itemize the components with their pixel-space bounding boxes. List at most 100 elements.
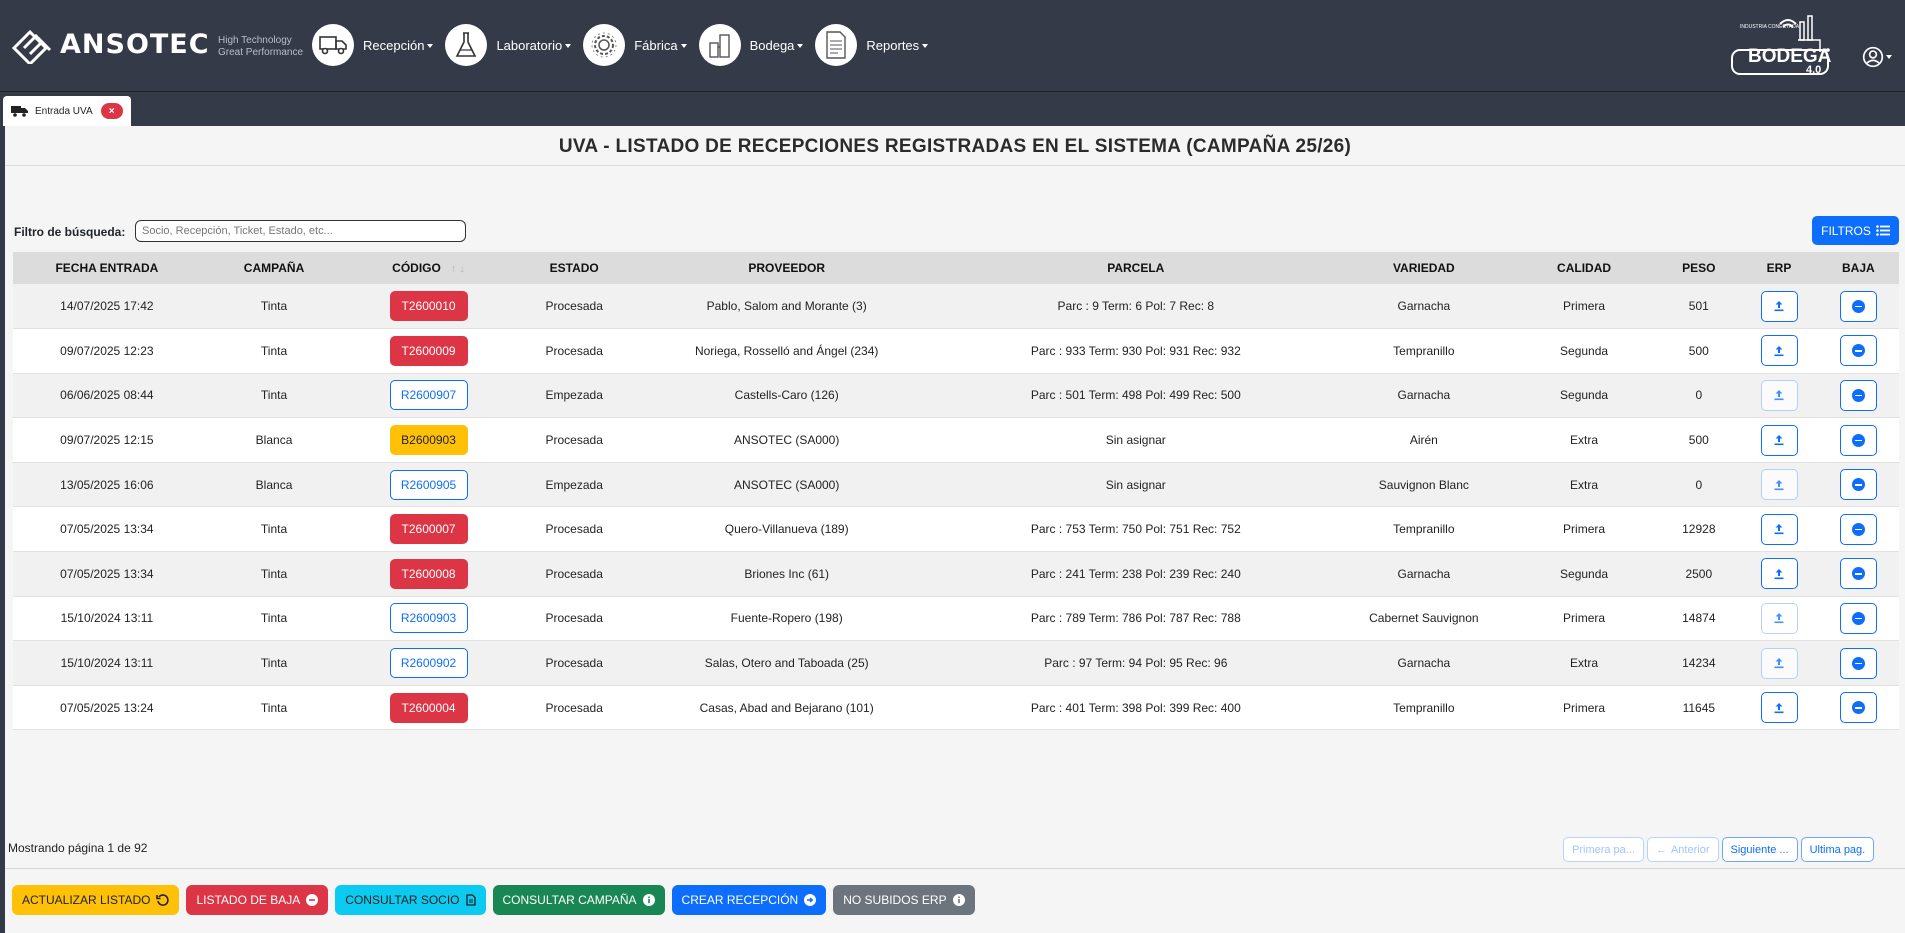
table-row[interactable]: 15/10/2024 13:11 Tinta R2600903 Procesada Fu…: [13, 596, 1899, 642]
table-row[interactable]: 09/07/2025 12:23 Tinta T2600009 Procesada No…: [13, 328, 1899, 374]
erp-upload-button[interactable]: [1760, 424, 1798, 456]
col-parcela[interactable]: PARCELA: [934, 252, 1337, 284]
baja-button[interactable]: [1839, 335, 1877, 367]
reception-code-button[interactable]: R2600907: [389, 380, 468, 411]
erp-upload-button[interactable]: [1760, 513, 1798, 545]
col-fecha-entrada[interactable]: FECHA ENTRADA: [13, 252, 201, 284]
nav-recepcion[interactable]: Recepción: [312, 24, 439, 66]
upload-icon: [1773, 568, 1785, 580]
upload-icon: [1773, 389, 1785, 401]
reception-code-button[interactable]: R2600902: [389, 648, 468, 679]
truck-icon: [312, 24, 354, 66]
nav-laboratorio[interactable]: Laboratorio: [445, 24, 577, 66]
search-input[interactable]: [135, 220, 466, 242]
col-variedad[interactable]: VARIEDAD: [1336, 252, 1511, 284]
cell-fecha: 06/06/2025 08:44: [13, 373, 201, 419]
baja-button[interactable]: [1839, 513, 1877, 545]
baja-button[interactable]: [1839, 558, 1877, 590]
baja-list-button[interactable]: LISTADO DE BAJA: [186, 885, 329, 915]
cell-fecha: 07/05/2025 13:34: [13, 506, 201, 553]
table-row[interactable]: 07/05/2025 13:34 Tinta T2600007 Procesada Qu…: [13, 506, 1899, 553]
cell-campana: Blanca: [200, 417, 348, 463]
erp-upload-button[interactable]: [1760, 290, 1798, 322]
reception-code-button[interactable]: T2600004: [389, 692, 468, 723]
reception-code-button[interactable]: B2600903: [389, 425, 468, 456]
col-proveedor[interactable]: PROVEEDOR: [638, 252, 935, 284]
cell-codigo: T2600009: [347, 328, 510, 374]
reception-code-button[interactable]: T2600007: [389, 514, 468, 545]
erp-upload-button[interactable]: [1760, 647, 1798, 679]
baja-button[interactable]: [1839, 290, 1877, 322]
reception-code-button[interactable]: R2600905: [389, 469, 468, 500]
cell-erp: [1740, 417, 1818, 463]
cell-fecha: 09/07/2025 12:23: [13, 328, 201, 374]
tab-close-icon[interactable]: ×: [100, 103, 123, 119]
next-page-button[interactable]: Siguiente ...: [1721, 837, 1798, 862]
erp-upload-button[interactable]: [1760, 469, 1798, 501]
reception-code-button[interactable]: T2600009: [389, 335, 468, 366]
cell-fecha: 15/10/2024 13:11: [13, 596, 201, 642]
erp-upload-button[interactable]: [1760, 558, 1798, 590]
table-row[interactable]: 13/05/2025 16:06 Blanca R2600905 Empezada AN…: [13, 462, 1899, 508]
baja-button[interactable]: [1839, 379, 1877, 411]
baja-button[interactable]: [1839, 692, 1877, 724]
cell-variedad: Garnacha: [1336, 551, 1511, 597]
table-row[interactable]: 15/10/2024 13:11 Tinta R2600902 Procesada Sa…: [13, 640, 1899, 686]
table-row[interactable]: 07/05/2025 13:34 Tinta T2600008 Procesada Br…: [13, 551, 1899, 597]
table-row[interactable]: 07/05/2025 13:24 Tinta T2600004 Procesada Ca…: [13, 685, 1899, 731]
table-row[interactable]: 09/07/2025 12:15 Blanca B2600903 Procesada A…: [13, 417, 1899, 463]
baja-button[interactable]: [1839, 647, 1877, 679]
erp-upload-button[interactable]: [1760, 602, 1798, 634]
receptions-table: FECHA ENTRADA CAMPAÑA CÓDIGO ↑ ↓ ESTADO P…: [13, 252, 1899, 731]
last-page-button[interactable]: Ultima pag.: [1800, 837, 1875, 862]
erp-upload-button[interactable]: [1760, 692, 1798, 724]
nav-bodega[interactable]: Bodega: [698, 24, 810, 66]
first-page-button[interactable]: Primera pa...: [1563, 837, 1644, 862]
nav-fabrica[interactable]: Fábrica: [583, 24, 692, 66]
col-peso[interactable]: PESO: [1657, 252, 1741, 284]
sort-arrows-icon[interactable]: ↑ ↓: [451, 263, 465, 275]
table-row[interactable]: 14/07/2025 17:42 Tinta T2600010 Procesada Pa…: [13, 284, 1899, 330]
cell-fecha: 07/05/2025 13:24: [13, 685, 201, 731]
reception-code-button[interactable]: T2600010: [389, 291, 468, 322]
upload-icon: [1773, 702, 1785, 714]
cell-erp: [1740, 328, 1818, 374]
prev-page-button[interactable]: ← Anterior: [1646, 837, 1719, 862]
col-baja[interactable]: BAJA: [1817, 252, 1899, 284]
table-row[interactable]: 06/06/2025 08:44 Tinta R2600907 Empezada Cas…: [13, 373, 1899, 419]
baja-button[interactable]: [1839, 424, 1877, 456]
upload-icon: [1773, 479, 1785, 491]
col-codigo[interactable]: CÓDIGO ↑ ↓: [347, 252, 510, 284]
nav-reportes[interactable]: Reportes: [815, 24, 934, 66]
reception-code-button[interactable]: T2600008: [389, 558, 468, 589]
upload-icon: [1773, 300, 1785, 312]
col-calidad[interactable]: CALIDAD: [1510, 252, 1658, 284]
document-icon: [815, 24, 858, 66]
cell-erp: [1740, 640, 1818, 686]
user-menu-button[interactable]: [1862, 42, 1892, 72]
erp-upload-button[interactable]: [1760, 335, 1798, 367]
cell-campana: Tinta: [200, 551, 348, 597]
baja-button[interactable]: [1839, 469, 1877, 501]
tab-entrada-uva[interactable]: Entrada UVA ×: [3, 96, 131, 126]
reception-code-button[interactable]: R2600903: [389, 603, 468, 634]
col-erp[interactable]: ERP: [1740, 252, 1818, 284]
page-title: UVA - LISTADO DE RECEPCIONES REGISTRADAS…: [558, 136, 1352, 157]
upload-icon: [1773, 612, 1785, 624]
baja-button[interactable]: [1839, 602, 1877, 634]
consult-member-button[interactable]: CONSULTAR SOCIO: [335, 885, 486, 915]
not-uploaded-erp-button[interactable]: NO SUBIDOS ERP: [833, 885, 975, 915]
refresh-list-button[interactable]: ACTUALIZAR LISTADO: [12, 885, 180, 915]
col-campana[interactable]: CAMPAÑA: [200, 252, 348, 284]
cell-variedad: Sauvignon Blanc: [1336, 462, 1511, 508]
cell-codigo: R2600903: [347, 596, 510, 642]
consult-campaign-button[interactable]: CONSULTAR CAMPAÑA: [492, 885, 665, 915]
erp-upload-button[interactable]: [1760, 379, 1798, 411]
cell-variedad: Garnacha: [1336, 640, 1511, 686]
cell-variedad: Tempranillo: [1336, 328, 1511, 374]
col-estado[interactable]: ESTADO: [509, 252, 639, 284]
create-reception-button[interactable]: CREAR RECEPCIÓN: [671, 885, 827, 915]
filters-button[interactable]: FILTROS: [1812, 216, 1899, 245]
brand-logo[interactable]: ANSOTEC: [10, 24, 210, 64]
cell-baja: [1817, 417, 1899, 463]
